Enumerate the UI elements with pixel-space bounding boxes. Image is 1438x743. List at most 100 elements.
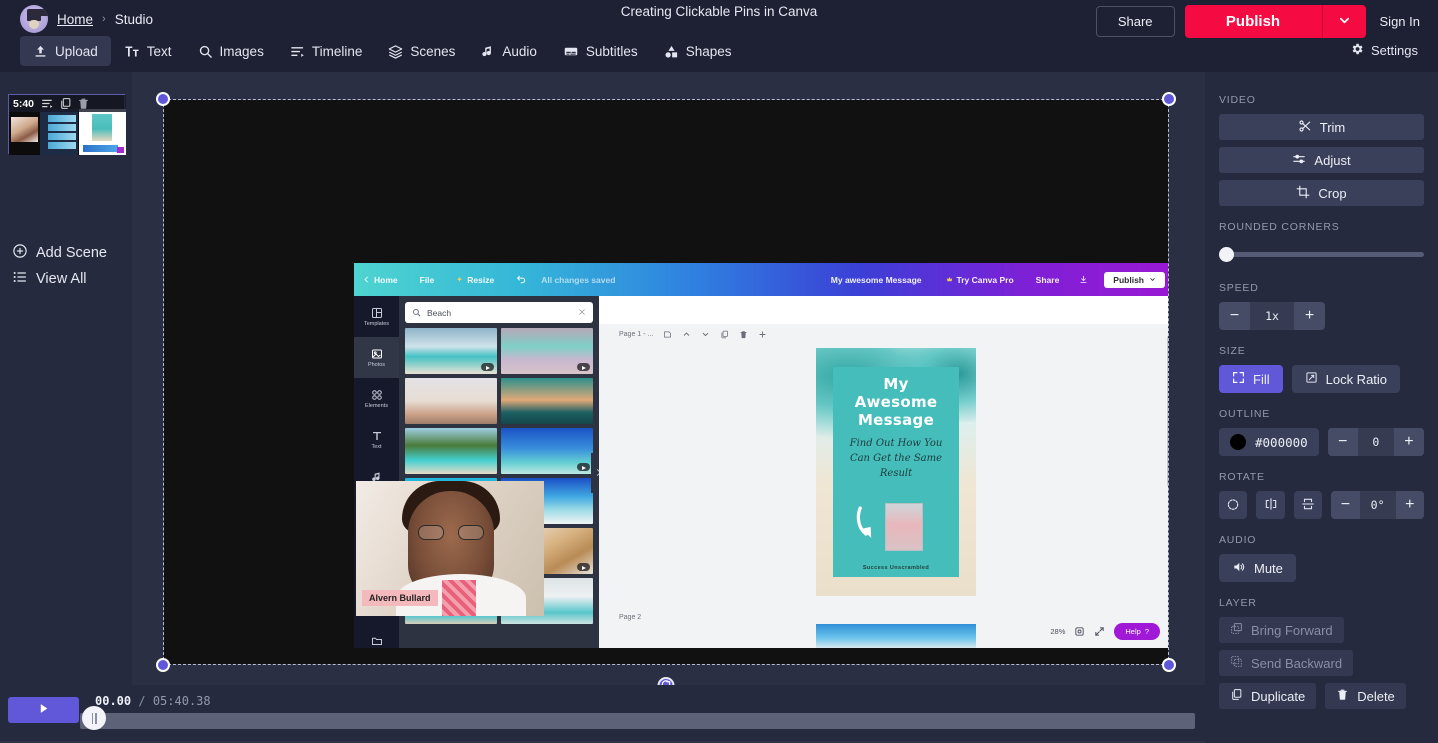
canva-help-label: Help xyxy=(1125,627,1141,636)
resize-handle-top-left[interactable] xyxy=(156,92,170,106)
slider-track xyxy=(1219,251,1424,257)
section-label-outline: OUTLINE xyxy=(1219,408,1271,420)
canva-topbar: Home File Resize All changes saved My aw… xyxy=(354,263,1168,296)
scissors-icon xyxy=(1298,119,1312,136)
tab-text-label: Text xyxy=(146,43,172,59)
canvas-stage[interactable]: Home File Resize All changes saved My aw… xyxy=(132,72,1205,743)
rounded-corners-slider[interactable] xyxy=(1219,241,1424,267)
tab-shapes[interactable]: Shapes xyxy=(651,36,745,66)
reorder-icon[interactable] xyxy=(41,97,54,110)
pin-subtext-line2: Can Get the Same xyxy=(849,453,943,464)
canva-share-label: Share xyxy=(1035,274,1060,285)
outline-color-picker[interactable]: #000000 xyxy=(1219,428,1319,456)
canva-design-area: Page 1 - ... My Awesome Message Find Out… xyxy=(599,296,1168,648)
crop-button[interactable]: Crop xyxy=(1219,180,1424,206)
rotate-cw-button[interactable] xyxy=(1219,491,1248,519)
section-label-audio: AUDIO xyxy=(1219,534,1257,546)
publish-dropdown-button[interactable] xyxy=(1321,5,1366,38)
tab-text[interactable]: Text xyxy=(111,36,185,66)
breadcrumb-home[interactable]: Home xyxy=(57,12,93,27)
tab-scenes[interactable]: Scenes xyxy=(375,36,468,66)
copy-icon[interactable] xyxy=(59,97,72,110)
duplicate-label: Duplicate xyxy=(1251,688,1306,704)
delete-button[interactable]: Delete xyxy=(1325,683,1406,709)
tab-timeline[interactable]: Timeline xyxy=(277,36,376,66)
trim-button[interactable]: Trim xyxy=(1219,114,1424,140)
duplicate-button[interactable]: Duplicate xyxy=(1219,683,1317,709)
pin-inline-image xyxy=(885,503,923,551)
canva-resize-button: Resize xyxy=(456,275,494,285)
speed-decrease-button[interactable]: − xyxy=(1219,302,1250,330)
presenter-webcam: Alvern Bullard xyxy=(356,481,544,616)
tab-subtitles[interactable]: Subtitles xyxy=(550,36,651,66)
adjust-label: Adjust xyxy=(1314,152,1351,168)
adjust-button[interactable]: Adjust xyxy=(1219,147,1424,173)
bring-forward-button[interactable]: Bring Forward xyxy=(1219,617,1344,643)
view-all-button[interactable]: View All xyxy=(12,269,87,289)
fill-button[interactable]: Fill xyxy=(1219,365,1283,393)
canva-sidebar-label: Photos xyxy=(367,361,386,368)
pin-subtext-line1: Find Out How You xyxy=(849,438,943,449)
outline-decrease-button[interactable]: − xyxy=(1327,428,1358,456)
section-label-layer: LAYER xyxy=(1219,597,1257,609)
slider-knob[interactable] xyxy=(1219,246,1234,262)
send-backward-button[interactable]: Send Backward xyxy=(1219,650,1354,676)
tab-audio-label: Audio xyxy=(502,43,537,59)
rotate-increase-button[interactable]: + xyxy=(1395,491,1424,519)
sign-in-link[interactable]: Sign In xyxy=(1376,14,1424,29)
tab-audio[interactable]: Audio xyxy=(468,36,550,66)
tab-shapes-label: Shapes xyxy=(685,43,732,59)
section-label-video: VIDEO xyxy=(1219,94,1256,106)
lock-ratio-button[interactable]: Lock Ratio xyxy=(1291,365,1401,393)
scrubber-handle[interactable] xyxy=(82,706,106,730)
time-separator: / xyxy=(138,694,146,708)
resize-handle-bottom-right[interactable] xyxy=(1162,658,1176,672)
rotate-decrease-button[interactable]: − xyxy=(1331,491,1360,519)
trash-icon xyxy=(1336,688,1349,704)
canva-resize-label: Resize xyxy=(467,274,495,285)
add-scene-button[interactable]: Add Scene xyxy=(12,243,107,263)
resize-handle-top-right[interactable] xyxy=(1162,92,1176,106)
properties-panel: VIDEO Trim Adjust Crop ROUNDED CORNERS S… xyxy=(1205,72,1438,743)
search-icon xyxy=(198,44,213,59)
breadcrumb-separator: › xyxy=(102,13,106,25)
outline-increase-button[interactable]: + xyxy=(1393,428,1424,456)
bring-forward-icon xyxy=(1230,622,1243,638)
resize-handle-bottom-left[interactable] xyxy=(156,658,170,672)
canva-publish-label: Publish xyxy=(1113,274,1144,285)
scene-thumbnail-card[interactable]: 5:40 xyxy=(8,94,126,155)
flip-horizontal-button[interactable] xyxy=(1256,491,1285,519)
flip-vertical-icon xyxy=(1301,497,1315,514)
photo-thumb xyxy=(501,328,593,374)
selected-video-element[interactable]: Home File Resize All changes saved My aw… xyxy=(156,92,1176,694)
screen-recording-content: Home File Resize All changes saved My aw… xyxy=(354,263,1168,648)
tab-upload[interactable]: Upload xyxy=(20,36,111,66)
delete-label: Delete xyxy=(1357,688,1395,704)
mute-button[interactable]: Mute xyxy=(1219,554,1296,582)
sliders-icon xyxy=(1292,152,1306,169)
trash-icon[interactable] xyxy=(77,97,90,110)
play-button[interactable] xyxy=(8,697,79,723)
outline-width-stepper: − 0 + xyxy=(1327,428,1424,456)
canva-sidebar-label: Text xyxy=(371,443,382,450)
glasses xyxy=(418,525,484,540)
avatar[interactable] xyxy=(20,5,48,33)
share-button[interactable]: Share xyxy=(1095,6,1175,37)
canva-pro-label: Try Canva Pro xyxy=(956,274,1014,285)
outline-color-value: #000000 xyxy=(1255,434,1308,450)
lock-ratio-icon xyxy=(1305,371,1318,387)
section-label-size: SIZE xyxy=(1219,345,1246,357)
speed-increase-button[interactable]: + xyxy=(1294,302,1325,330)
tab-upload-label: Upload xyxy=(55,43,98,59)
canva-pin-design: My Awesome Message Find Out How You Can … xyxy=(816,348,976,596)
scene-preview-panel xyxy=(40,109,78,155)
settings-button[interactable]: Settings xyxy=(1350,42,1418,59)
tab-images[interactable]: Images xyxy=(185,36,277,66)
color-swatch xyxy=(1230,434,1246,450)
plus-circle-icon xyxy=(12,243,28,263)
scrubber-track[interactable] xyxy=(80,713,1195,729)
settings-label: Settings xyxy=(1371,43,1418,58)
flip-vertical-button[interactable] xyxy=(1293,491,1323,519)
canva-scrollbar xyxy=(1167,336,1168,486)
publish-button[interactable]: Publish xyxy=(1184,5,1322,38)
